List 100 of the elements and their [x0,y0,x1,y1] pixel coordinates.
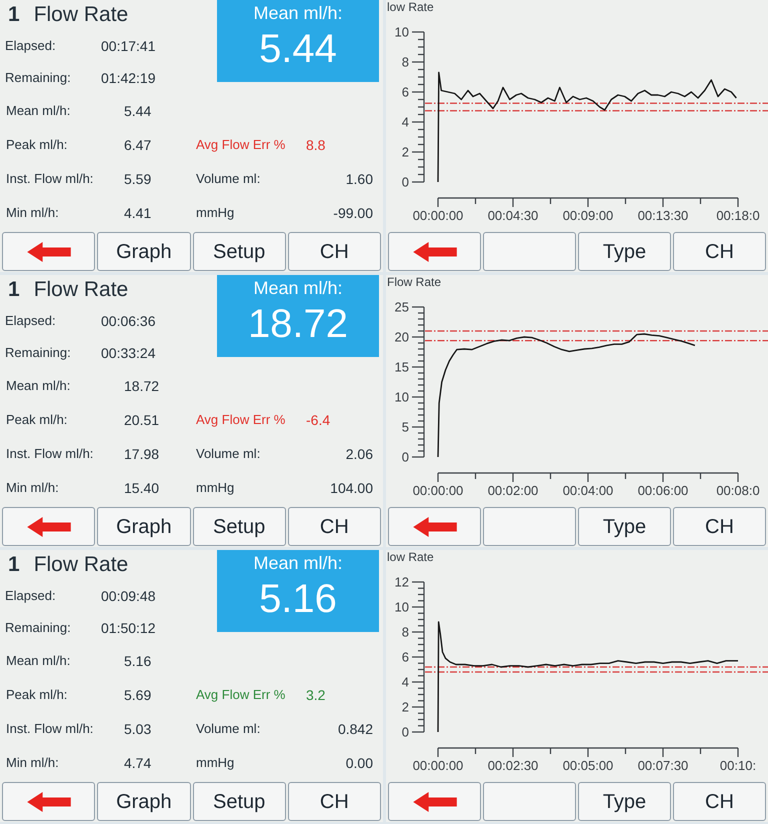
x-tick-label: 00:04:00 [562,483,614,498]
field-label: Elapsed: [5,312,57,330]
menu-button[interactable]: CH [288,507,381,546]
mean-label: Mean ml/h: [253,277,343,299]
channel-number: 1 [8,3,20,27]
y-tick-label: 8 [402,54,409,70]
left-arrow-icon [26,792,71,812]
screen-title: Flow Rate [34,3,128,27]
menu-button[interactable]: Graph [97,232,190,271]
field-label: Elapsed: [5,587,57,606]
field-value: 01:50:12 [101,618,156,638]
field-value: 00:06:36 [101,312,156,330]
x-tick-label: 00:00:00 [412,483,464,498]
y-tick-label: 4 [402,674,409,690]
field-label: Peak ml/h: [6,686,68,704]
y-tick-label: 2 [402,144,409,160]
back-button[interactable] [2,507,96,546]
back-button[interactable] [388,782,481,821]
menu-button[interactable]: CH [673,232,766,271]
field-label: Min ml/h: [6,479,60,498]
field-value: 00:33:24 [101,344,156,362]
y-tick-label: 8 [402,624,409,640]
y-tick-label: 5 [402,420,409,434]
field-label: Mean ml/h: [6,377,72,396]
x-tick-label: 00:13:30 [638,208,688,223]
field-value: 01:42:19 [101,68,156,88]
field-label: Volume ml: [196,170,260,188]
back-button[interactable] [2,232,96,271]
field-label: Inst. Flow ml/h: [6,720,94,738]
x-tick-label: 00:00:00 [412,758,464,773]
field-value: 2.06 [346,444,373,464]
chart-title: low Rate [386,550,434,564]
field-value: 104.00 [330,478,373,498]
field-label: Inst. Flow ml/h: [6,445,94,464]
menu-button[interactable]: Setup [192,232,286,271]
x-tick-label: 00:00:00 [412,208,464,223]
y-tick-label: 0 [402,724,409,740]
field-label: Peak ml/h: [6,136,68,154]
y-tick-label: 6 [402,650,409,664]
field-label: Elapsed: [5,37,57,56]
menu-button[interactable]: CH [673,507,766,546]
field-label: Inst. Flow ml/h: [6,170,94,188]
menu-button[interactable]: CH [288,782,381,821]
y-tick-label: 15 [394,360,409,374]
menu-button[interactable]: Type [578,507,671,546]
field-label: Mean ml/h: [6,652,72,670]
mean-value: 5.44 [259,26,337,73]
x-tick-label: 00:07:30 [638,758,688,773]
field-label: Remaining: [5,344,72,362]
menu-button[interactable]: Type [578,232,671,271]
mean-label: Mean ml/h: [253,552,343,574]
channel-number: 1 [8,553,20,577]
y-tick-label: 10 [394,600,409,614]
x-tick-label: 00:18:0 [716,208,760,223]
y-tick-label: 25 [394,300,409,314]
field-value: 5.44 [124,102,152,120]
left-arrow-icon [412,516,456,536]
field-label: mmHg [196,754,234,772]
screen-title: Flow Rate [34,553,128,577]
x-tick-label: 00:04:30 [488,208,538,223]
field-label: Avg Flow Err % [196,686,286,704]
blank-button[interactable] [483,507,576,546]
menu-button[interactable]: Setup [192,782,286,821]
chart-title: low Rate [386,0,434,14]
x-tick-label: 00:06:00 [638,483,688,498]
blank-button[interactable] [483,232,576,271]
field-value: 5.69 [124,686,152,704]
field-value: 18.72 [124,376,160,396]
y-tick-label: 12 [394,574,409,590]
menu-button[interactable]: CH [288,232,381,271]
field-value: 8.8 [306,136,326,154]
field-value: 5.16 [124,652,152,670]
field-value: 4.41 [124,204,152,222]
menu-button[interactable]: Graph [97,782,190,821]
menu-button[interactable]: Graph [97,507,190,546]
field-label: mmHg [196,479,234,498]
field-label: Avg Flow Err % [196,411,286,430]
x-tick-label: 00:08:0 [716,483,760,498]
mean-label: Mean ml/h: [253,2,343,24]
left-arrow-icon [412,792,456,812]
menu-button[interactable]: Type [578,782,671,821]
field-label: mmHg [196,204,234,222]
y-tick-label: 0 [402,450,409,464]
menu-button[interactable]: CH [673,782,766,821]
field-value: 00:09:48 [101,586,156,606]
x-tick-label: 00:10: [720,758,756,773]
field-value: -99.00 [333,204,373,222]
field-value: 15.40 [124,478,160,498]
field-label: Peak ml/h: [6,411,68,430]
field-label: Remaining: [5,619,72,638]
back-button[interactable] [388,507,481,546]
menu-button[interactable]: Setup [192,507,286,546]
field-value: 0.842 [338,720,373,738]
back-button[interactable] [388,232,481,271]
field-value: 17.98 [124,444,160,464]
field-value: 5.59 [124,170,152,188]
back-button[interactable] [2,782,96,821]
field-value: -6.4 [306,410,330,430]
blank-button[interactable] [483,782,576,821]
y-tick-label: 0 [402,174,409,190]
